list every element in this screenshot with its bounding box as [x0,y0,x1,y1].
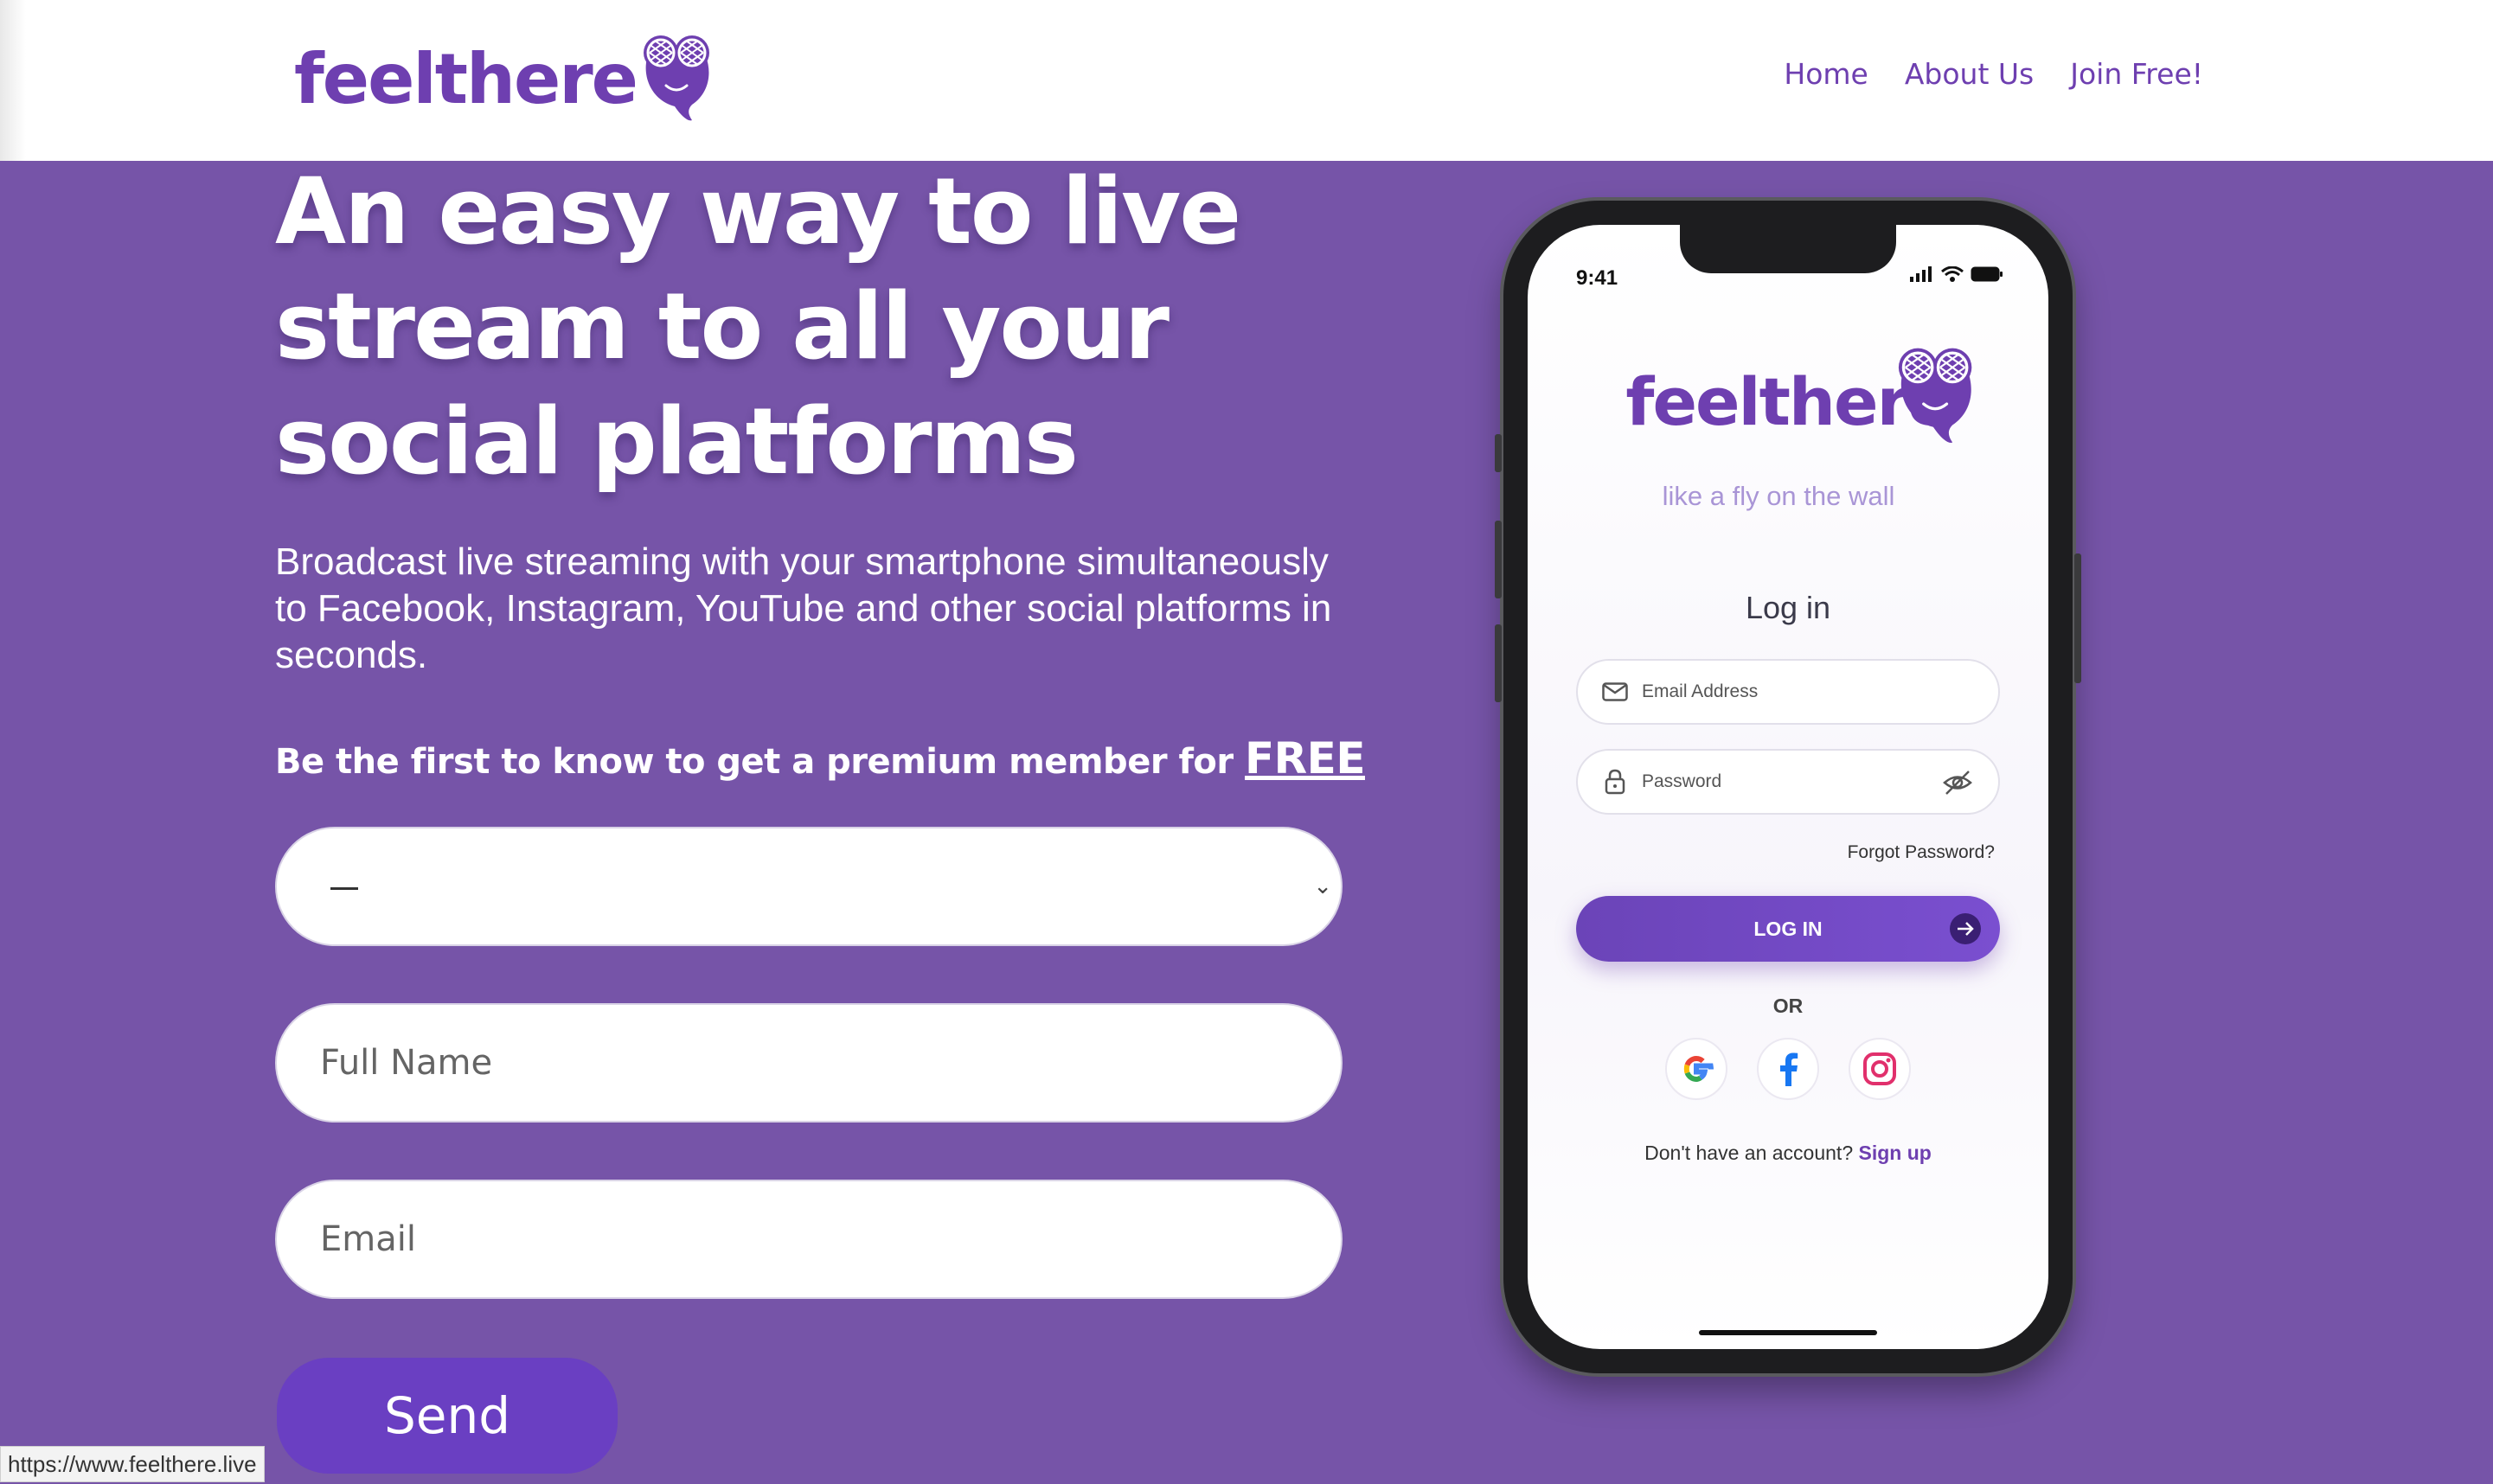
phone-notch [1680,225,1896,273]
instagram-login-button[interactable] [1849,1038,1911,1100]
envelope-icon [1600,682,1630,701]
app-tagline: like a fly on the wall [1662,481,1895,511]
phone-volume-up-button [1495,521,1502,598]
header-edge-shadow [0,0,26,161]
signup-prompt: Don't have an account? Sign up [1528,1142,2048,1165]
main-nav: Home About Us Join Free! [1784,57,2203,91]
select-value [330,887,358,890]
signup-select[interactable]: ⌄ [275,827,1343,946]
app-password-field[interactable]: Password [1576,749,2000,815]
email-input[interactable]: Email [275,1180,1343,1299]
phone-screen: 9:41 feelthere like a fly on the wall Lo… [1528,225,2048,1349]
signup-link[interactable]: Sign up [1859,1142,1932,1164]
phone-power-button [2074,553,2081,683]
phone-volume-down-button [1495,624,1502,702]
eye-off-icon[interactable] [1943,770,1972,799]
social-login-row [1528,1038,2048,1100]
or-divider: OR [1772,995,1804,1017]
signal-icon [1910,266,1932,282]
app-fly-icon [1898,348,1972,443]
forgot-password-link[interactable]: Forgot Password? [1848,842,1995,863]
status-time: 9:41 [1576,266,1618,290]
app-login-label: LOG IN [1753,918,1823,940]
nav-about-link[interactable]: About Us [1905,57,2034,91]
facebook-icon [1780,1052,1798,1086]
app-password-placeholder: Password [1642,771,1722,791]
promo-free-highlight: FREE [1245,733,1365,784]
status-icons [1910,266,2003,282]
send-button[interactable]: Send [277,1358,618,1474]
fly-mascot-icon [637,32,715,125]
arrow-right-icon [1950,913,1981,944]
hero-subtitle: Broadcast live streaming with your smart… [275,541,1332,676]
battery-icon [1971,266,2003,282]
signup-text: Don't have an account? [1644,1142,1854,1164]
facebook-login-button[interactable] [1757,1038,1819,1100]
site-header: feelthere Home About Us Join Free! [0,0,2493,161]
app-login-button[interactable]: LOG IN [1576,896,2000,962]
wifi-icon [1941,266,1964,282]
app-email-field[interactable]: Email Address [1576,659,2000,725]
hero-title: An easy way to live stream to all your s… [275,158,1241,495]
instagram-icon [1863,1052,1896,1085]
logo-wordmark: feelthere [294,38,638,119]
lock-icon [1600,769,1630,795]
nav-join-link[interactable]: Join Free! [2070,57,2203,91]
status-bar-url: https://www.feelthere.live [0,1446,265,1482]
google-icon [1683,1055,1714,1083]
phone-mockup: 9:41 feelthere like a fly on the wall Lo… [1495,201,2081,1373]
phone-mute-button [1495,434,1502,472]
full-name-input[interactable]: Full Name [275,1003,1343,1123]
google-login-button[interactable] [1665,1038,1727,1100]
login-title: Log in [1745,590,1831,625]
promo-text-lead: Be the first to know to get a premium me… [275,742,1246,782]
chevron-down-icon: ⌄ [1313,873,1332,899]
site-logo[interactable]: feelthere [294,31,715,126]
app-email-placeholder: Email Address [1642,681,1759,701]
home-indicator [1699,1330,1877,1335]
promo-text: Be the first to know to get a premium me… [275,733,1400,784]
nav-home-link[interactable]: Home [1784,57,1868,91]
